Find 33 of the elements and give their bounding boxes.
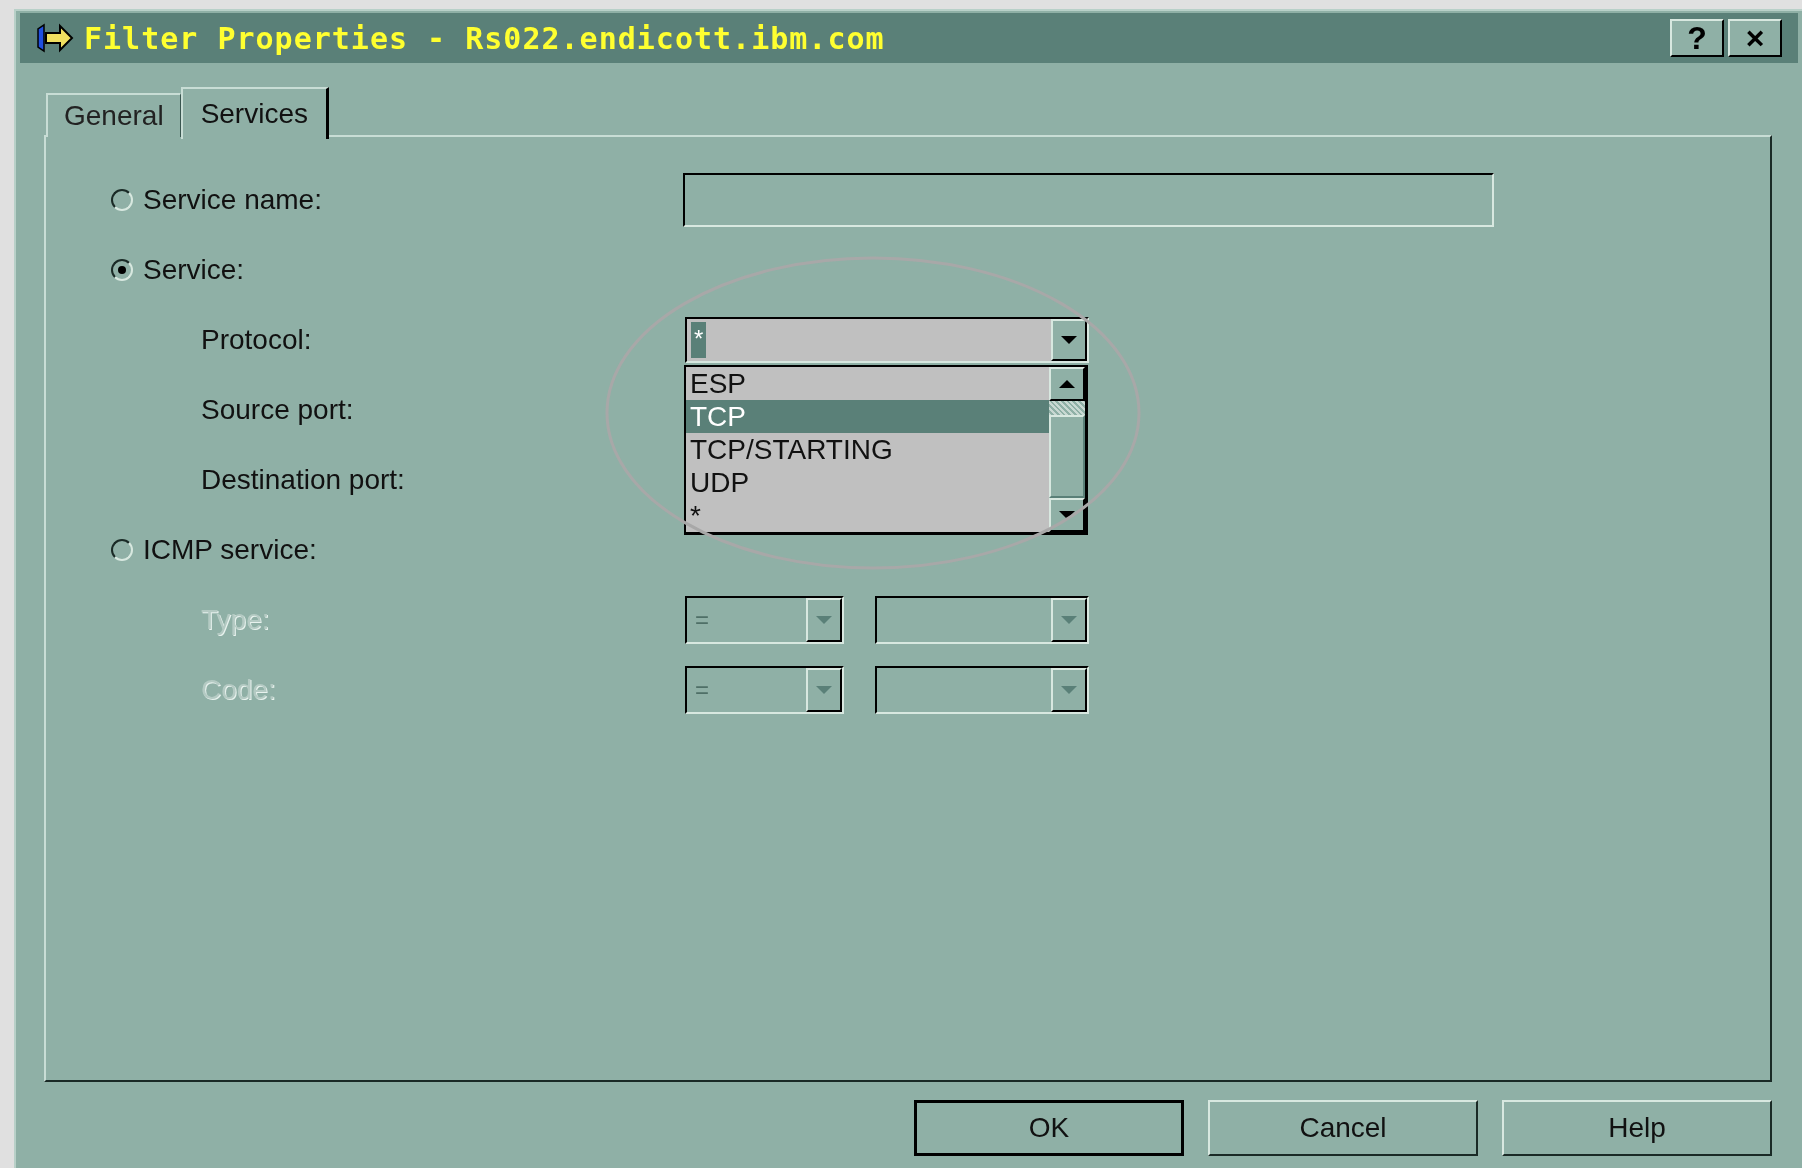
list-item[interactable]: UDP	[686, 466, 1049, 499]
radio-button[interactable]	[111, 189, 133, 211]
dialog-button[interactable]: Cancel	[1208, 1100, 1478, 1156]
scroll-down-button[interactable]	[1049, 498, 1085, 532]
list-item[interactable]: *	[686, 499, 1049, 532]
scroll-up-button[interactable]	[1049, 367, 1085, 401]
input-field[interactable]	[683, 173, 1494, 227]
dropdown-value: =	[695, 605, 709, 635]
radio-label: Service:	[143, 253, 246, 287]
dropdown-value: =	[695, 675, 709, 705]
tab[interactable]: Services	[180, 87, 329, 139]
window-title: Filter Properties - Rs022.endicott.ibm.com	[84, 19, 885, 58]
tab[interactable]: General	[46, 93, 181, 137]
title-bar-button[interactable]: ×	[1728, 19, 1782, 57]
radio-button[interactable]	[111, 259, 133, 281]
field-label: Source port:	[201, 393, 355, 427]
dropdown[interactable]: *	[685, 317, 1089, 363]
field-label: Type:	[201, 603, 271, 637]
dropdown-value: *	[691, 322, 707, 358]
list-item[interactable]: ESP	[686, 367, 1049, 400]
dialog-button[interactable]: OK	[914, 1100, 1184, 1156]
field-label: Code:	[201, 673, 277, 707]
dropdown-button[interactable]	[1051, 319, 1087, 361]
dialog-button[interactable]: Help	[1502, 1100, 1772, 1156]
list-item[interactable]: TCP	[686, 400, 1049, 433]
list-item[interactable]: TCP/STARTING	[686, 433, 1049, 466]
field-label: Destination port:	[201, 463, 406, 497]
field-label: Protocol:	[201, 323, 313, 357]
radio-label: ICMP service:	[143, 533, 318, 567]
radio-label: Service name:	[143, 183, 323, 217]
scrollbar-thumb[interactable]	[1049, 401, 1085, 415]
title-bar-button[interactable]: ?	[1670, 19, 1724, 57]
radio-button[interactable]	[111, 539, 133, 561]
